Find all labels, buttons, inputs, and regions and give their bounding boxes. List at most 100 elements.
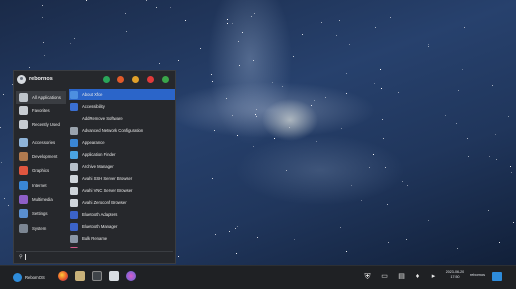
app-label: AddRemove Software [82,116,123,121]
volume-icon[interactable]: ▸ [429,272,438,281]
star [242,32,243,33]
multimedia-icon [19,195,28,204]
category-label: Accessories [32,140,56,145]
text-editor-icon[interactable] [109,271,119,281]
clock[interactable]: 2023-06-20 17:50 [444,270,466,280]
star [238,41,239,42]
star [467,138,468,139]
star [274,138,275,139]
star [375,27,376,28]
shield-icon[interactable]: ⛨ [363,272,372,281]
star [341,128,342,129]
star [302,34,303,35]
app-item[interactable]: Bulk Rename [69,233,175,244]
star [125,13,126,14]
app-label: Application Finder [82,152,116,157]
star [0,127,1,128]
star [178,256,179,257]
star [236,253,237,254]
firefox-icon[interactable] [58,271,68,281]
star [382,119,383,120]
star [235,228,236,229]
category-graphics[interactable]: Graphics [16,164,66,177]
category-settings[interactable]: Settings [16,207,66,220]
star [212,178,213,179]
avahi-icon [70,174,78,183]
system-icon [19,224,28,233]
app-item[interactable]: Appearance [69,137,175,148]
terminal-icon[interactable] [92,271,102,281]
app-item[interactable]: Advanced Network Configuration [69,125,175,136]
star [159,63,160,64]
star [214,130,215,131]
clipboard-icon[interactable]: ▤ [397,272,406,281]
star [170,7,171,8]
category-internet[interactable]: Internet [16,179,66,192]
settings-manager-icon[interactable] [103,76,110,83]
star [374,83,375,84]
star [492,85,493,86]
lock-screen-icon[interactable] [117,76,124,83]
star [237,226,238,227]
category-development[interactable]: Development [16,150,66,163]
app-label: Archive Manager [82,164,114,169]
log-out-icon[interactable] [147,76,154,83]
star [346,251,347,252]
star [272,82,273,83]
star [316,141,317,142]
category-label: Internet [32,183,47,188]
category-system[interactable]: System [16,222,66,235]
app-item[interactable]: Application Finder [69,149,175,160]
app-item[interactable]: Color Profiles [69,245,175,248]
star [351,185,352,186]
category-label: System [32,226,47,231]
notification-area-icon[interactable] [492,272,502,281]
app-label: Avahi SSH Server Browser [82,176,133,181]
category-label: Favorites [32,108,50,113]
app-item[interactable]: Bluetooth Adapters [69,209,175,220]
app-item[interactable]: Avahi VNC Server Browser [69,185,175,196]
switch-user-icon[interactable] [132,76,139,83]
app-item[interactable]: Bluetooth Manager [69,221,175,232]
star [402,181,403,182]
star [253,146,254,147]
search-field[interactable]: ⚲ [16,251,173,262]
software-center-icon[interactable] [126,271,136,281]
category-all-applications[interactable]: All Applications [16,91,66,104]
panel-username[interactable]: rebornos [470,273,485,277]
menu-header: rebornos [14,71,175,88]
app-item[interactable]: AddRemove Software [69,113,175,124]
archive-icon [70,162,78,171]
user-avatar[interactable] [17,75,26,84]
edit-menu-icon[interactable] [162,76,169,83]
star [346,93,347,94]
notification-bell-icon[interactable]: ♦ [413,272,422,281]
star [468,156,469,157]
network-icon [70,126,78,135]
star [227,19,228,20]
app-item[interactable]: Accessibility [69,101,175,112]
app-item[interactable]: Avahi SSH Server Browser [69,173,175,184]
search-icon: ⚲ [19,254,23,260]
star [227,23,228,24]
star [289,127,290,128]
category-favorites[interactable]: Favorites [16,104,66,117]
star [513,222,514,223]
whisker-menu-button[interactable]: RebornOS [13,269,51,285]
app-item[interactable]: About Xfce [69,89,175,100]
star [239,65,240,66]
app-item[interactable]: Archive Manager [69,161,175,172]
display-icon[interactable]: ▭ [380,272,389,281]
category-accessories[interactable]: Accessories [16,136,66,149]
star [380,69,381,70]
star [4,198,5,199]
start-label: RebornOS [25,274,45,280]
category-multimedia[interactable]: Multimedia [16,193,66,206]
star [1,162,2,163]
category-recently-used[interactable]: Recently Used [16,118,66,131]
text-cursor [24,254,26,260]
star [499,242,500,243]
app-item[interactable]: Avahi Zeroconf Browser [69,197,175,208]
star [42,5,43,6]
file-manager-icon[interactable] [75,271,85,281]
